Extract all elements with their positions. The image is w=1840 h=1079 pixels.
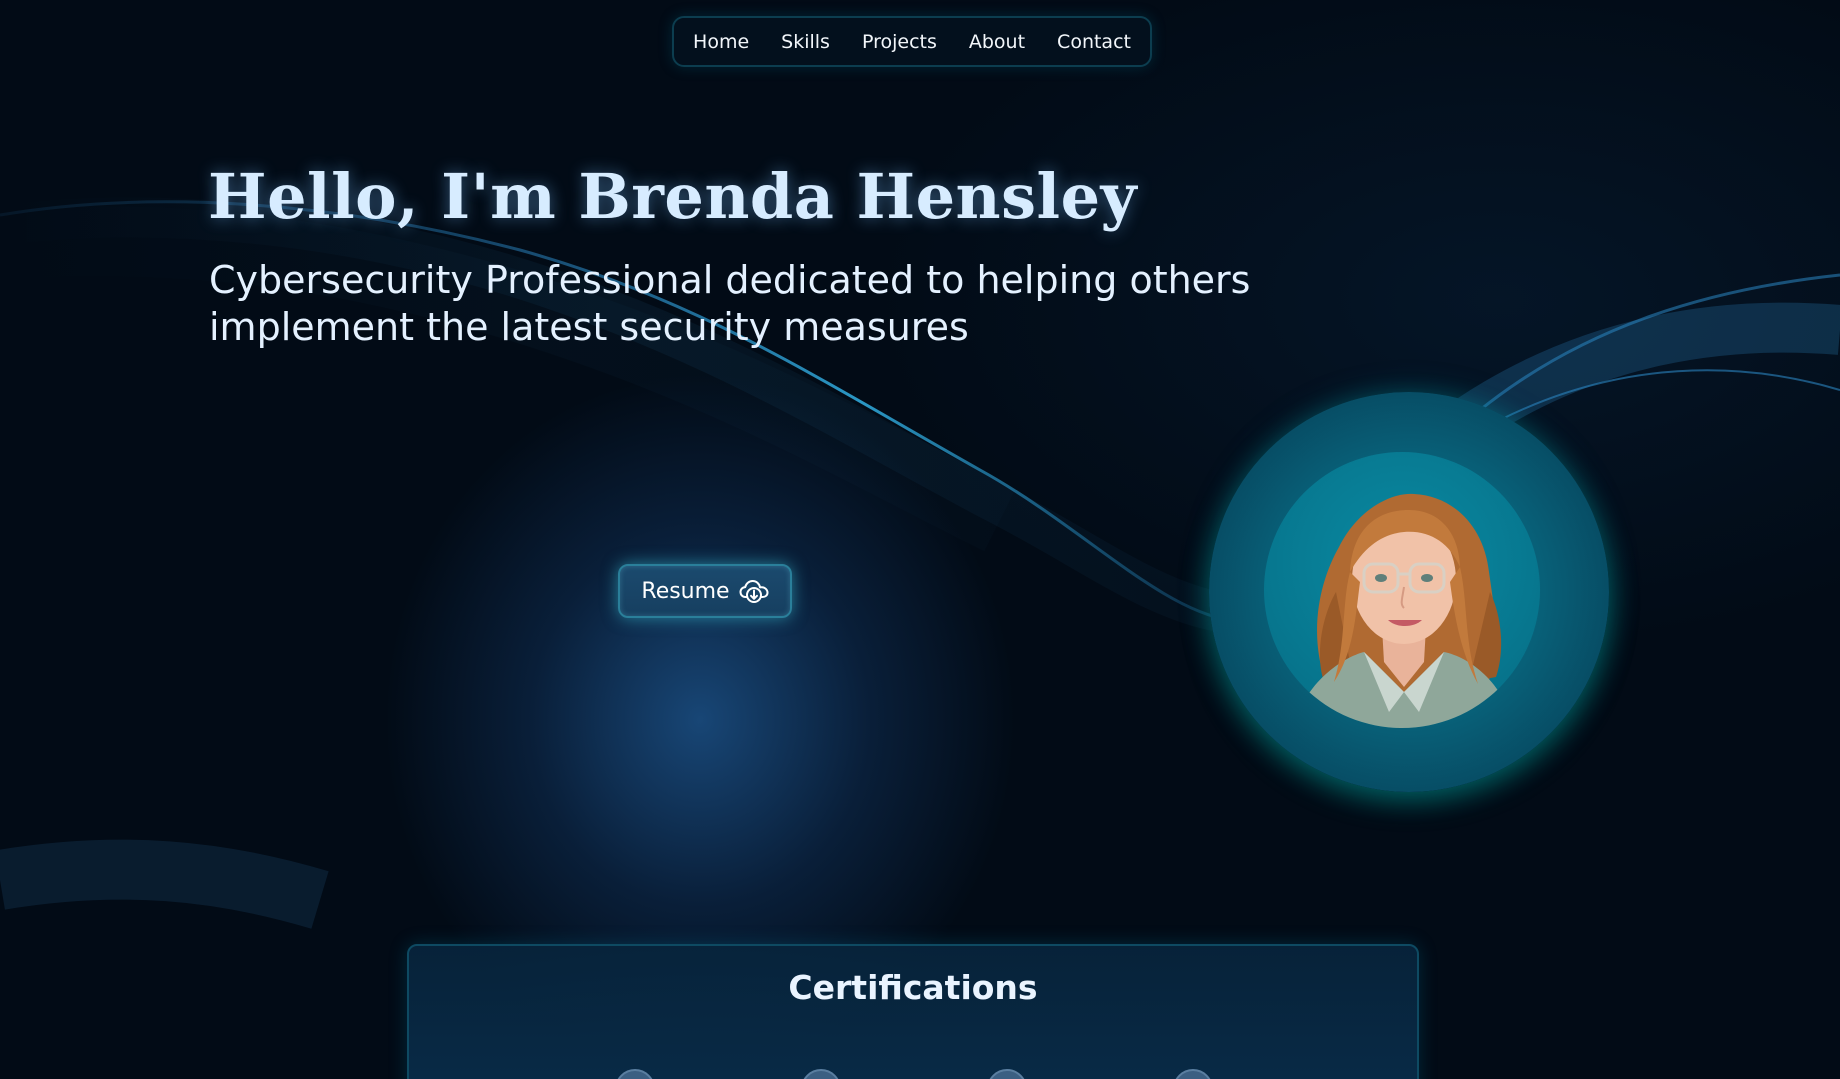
- certifications-section: Certifications: [407, 944, 1419, 1079]
- certification-badge-icon[interactable]: [1173, 1069, 1213, 1079]
- hero-subtitle: Cybersecurity Professional dedicated to …: [209, 258, 1251, 349]
- main-nav: Home Skills Projects About Contact: [672, 16, 1152, 67]
- hero-title: Hello, I'm Brenda Hensley: [208, 160, 1138, 233]
- nav-item-projects[interactable]: Projects: [862, 31, 937, 53]
- avatar: [1264, 452, 1540, 728]
- resume-button-label: Resume: [641, 578, 730, 604]
- nav-item-home[interactable]: Home: [693, 31, 749, 53]
- resume-button[interactable]: Resume: [618, 564, 792, 618]
- certification-badge-icon[interactable]: [987, 1069, 1027, 1079]
- nav-item-skills[interactable]: Skills: [781, 31, 830, 53]
- certification-badge-icon[interactable]: [615, 1069, 655, 1079]
- certifications-title: Certifications: [788, 968, 1038, 1007]
- nav-item-about[interactable]: About: [969, 31, 1025, 53]
- profile-photo: [1294, 493, 1514, 728]
- page: Home Skills Projects About Contact Hello…: [0, 0, 1840, 1079]
- nav-item-contact[interactable]: Contact: [1057, 31, 1131, 53]
- certification-badge-icon[interactable]: [801, 1069, 841, 1079]
- cloud-download-icon: [739, 580, 769, 603]
